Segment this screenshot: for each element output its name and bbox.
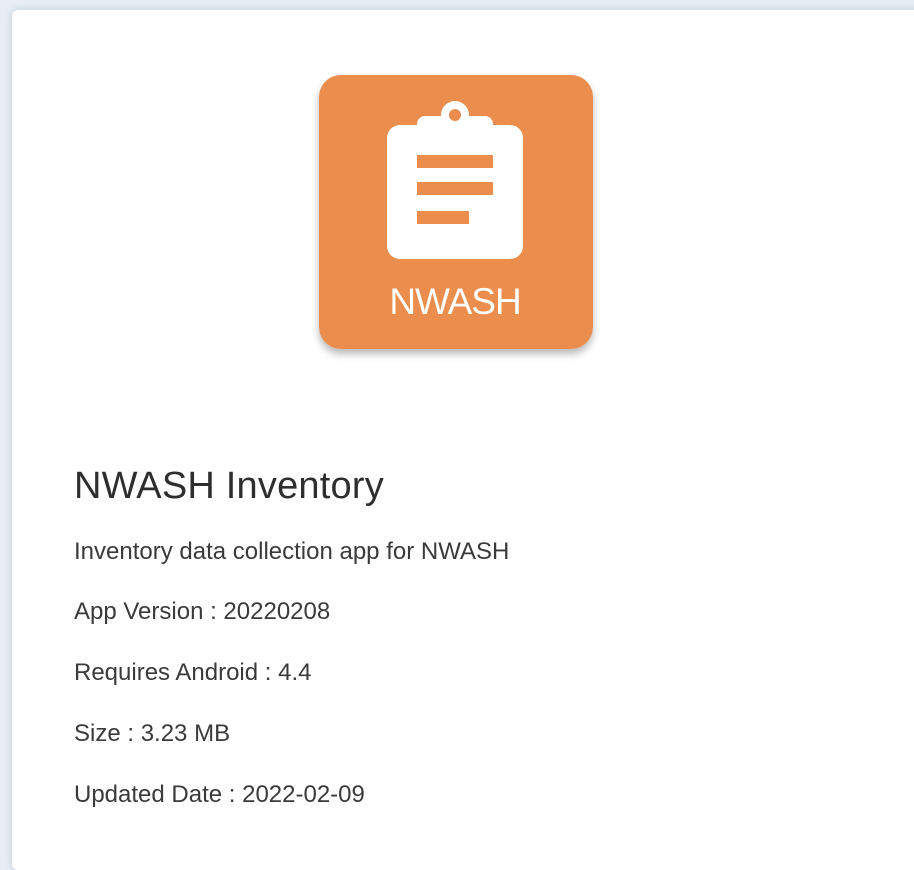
- app-version: App Version : 20220208: [74, 598, 331, 625]
- app-icon-label: NWASH: [389, 281, 520, 322]
- updated-date: Updated Date : 2022-02-09: [74, 781, 365, 808]
- app-title: NWASH Inventory: [74, 465, 384, 507]
- app-size: Size : 3.23 MB: [74, 720, 231, 747]
- app-description: Inventory data collection app for NWASH: [74, 538, 510, 565]
- requires-android: Requires Android : 4.4: [74, 659, 312, 686]
- app-info-card: NWASH NWASH Inventory Inventory data col…: [12, 10, 914, 870]
- app-icon[interactable]: NWASH: [319, 75, 593, 349]
